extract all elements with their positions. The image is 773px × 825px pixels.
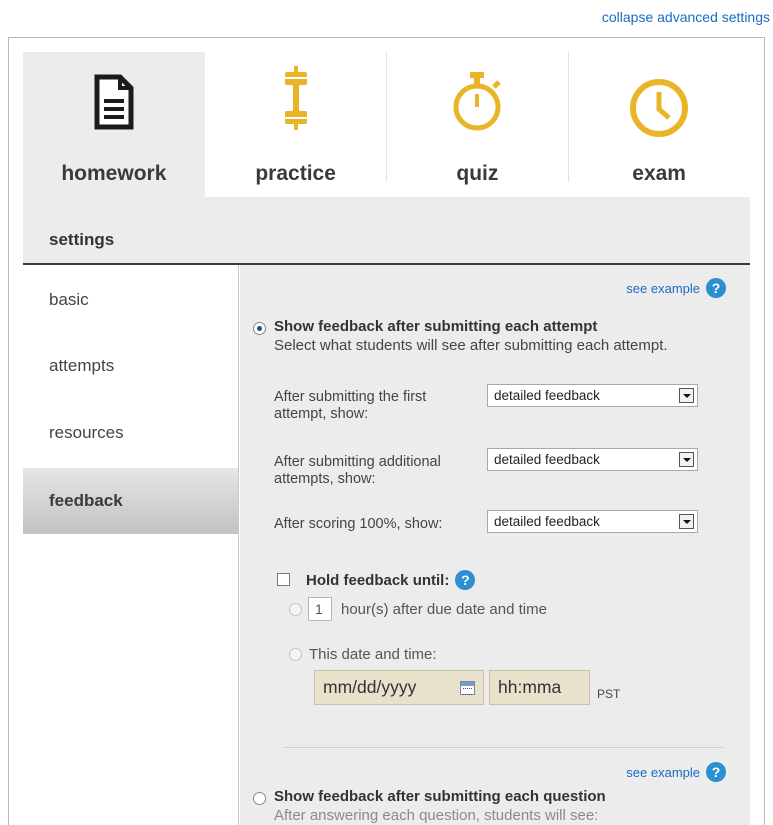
calendar-icon[interactable] bbox=[460, 681, 475, 695]
first-attempt-label: After submitting the first attempt, show… bbox=[274, 389, 427, 422]
stopwatch-icon bbox=[447, 70, 507, 135]
tab-quiz[interactable]: quiz bbox=[387, 52, 569, 197]
chevron-down-icon bbox=[679, 452, 694, 467]
tab-label: practice bbox=[255, 162, 336, 185]
help-icon[interactable]: ? bbox=[706, 762, 726, 782]
select-value: detailed feedback bbox=[494, 452, 600, 467]
settings-header: settings bbox=[23, 197, 750, 265]
clock-icon bbox=[629, 78, 689, 141]
chevron-down-icon bbox=[679, 514, 694, 529]
scoring-100-label: After scoring 100%, show: bbox=[274, 516, 443, 532]
option-heading: Show feedback after submitting each atte… bbox=[274, 318, 598, 335]
tab-label: quiz bbox=[456, 162, 499, 185]
sidebar-item-label: feedback bbox=[49, 491, 123, 510]
sidebar-item-resources[interactable]: resources bbox=[23, 398, 238, 464]
sidebar-item-label: basic bbox=[49, 290, 89, 309]
settings-title: settings bbox=[49, 230, 115, 249]
document-icon bbox=[94, 74, 134, 133]
sidebar-item-label: resources bbox=[49, 423, 124, 442]
tab-homework[interactable]: homework bbox=[23, 52, 205, 197]
tab-label: homework bbox=[61, 162, 167, 185]
feedback-settings-content: see example ? Show feedback after submit… bbox=[240, 265, 750, 825]
see-example-label: see example bbox=[626, 764, 700, 780]
help-icon[interactable]: ? bbox=[455, 570, 476, 590]
show-feedback-each-question-radio[interactable] bbox=[253, 792, 266, 805]
scoring-100-feedback-select[interactable]: detailed feedback bbox=[487, 510, 698, 533]
sidebar-item-basic[interactable]: basic bbox=[23, 265, 238, 331]
hours-after-due-label: hour(s) after due date and time bbox=[341, 601, 547, 618]
select-value: detailed feedback bbox=[494, 514, 600, 529]
dumbbell-icon bbox=[281, 66, 311, 133]
date-input[interactable]: mm/dd/yyyy bbox=[314, 670, 484, 705]
sidebar-item-label: attempts bbox=[49, 356, 115, 375]
time-placeholder: hh:mma bbox=[498, 677, 562, 697]
sidebar-item-attempts[interactable]: attempts bbox=[23, 331, 238, 397]
settings-panel: homework practice quiz exam settings bas… bbox=[8, 37, 765, 825]
specific-date-label: This date and time: bbox=[309, 646, 437, 663]
option-description: After answering each question, students … bbox=[274, 807, 599, 824]
timezone-label: PST bbox=[597, 687, 621, 701]
see-example-label: see example bbox=[626, 280, 700, 296]
sidebar-item-feedback[interactable]: feedback bbox=[23, 468, 238, 534]
option-description: Select what students will see after subm… bbox=[274, 337, 668, 354]
date-placeholder: mm/dd/yyyy bbox=[323, 677, 417, 697]
tab-separator bbox=[386, 52, 387, 182]
option-heading: Show feedback after submitting each ques… bbox=[274, 788, 606, 805]
show-feedback-each-attempt-radio[interactable] bbox=[253, 322, 266, 335]
hold-feedback-checkbox[interactable] bbox=[277, 573, 290, 586]
tab-exam[interactable]: exam bbox=[568, 52, 750, 197]
settings-sidenav: basic attempts resources feedback bbox=[23, 265, 239, 825]
chevron-down-icon bbox=[679, 388, 694, 403]
hours-input[interactable]: 1 bbox=[308, 597, 332, 621]
see-example-link[interactable]: see example ? bbox=[626, 762, 726, 782]
additional-attempts-feedback-select[interactable]: detailed feedback bbox=[487, 448, 698, 471]
time-input[interactable]: hh:mma bbox=[489, 670, 590, 705]
tab-practice[interactable]: practice bbox=[205, 52, 387, 197]
assignment-type-tabs: homework practice quiz exam bbox=[23, 52, 750, 197]
select-value: detailed feedback bbox=[494, 388, 600, 403]
collapse-advanced-settings-link[interactable]: collapse advanced settings bbox=[602, 9, 770, 25]
tab-separator bbox=[568, 52, 569, 182]
hold-feedback-label: Hold feedback until: ? bbox=[306, 570, 476, 590]
see-example-link[interactable]: see example ? bbox=[626, 278, 726, 298]
section-divider bbox=[283, 747, 723, 748]
tab-label: exam bbox=[632, 162, 686, 185]
first-attempt-feedback-select[interactable]: detailed feedback bbox=[487, 384, 698, 407]
specific-date-radio[interactable] bbox=[289, 648, 302, 661]
hours-after-due-radio[interactable] bbox=[289, 603, 302, 616]
hold-feedback-text: Hold feedback until: bbox=[306, 571, 450, 589]
additional-attempts-label: After submitting additional attempts, sh… bbox=[274, 454, 441, 487]
help-icon[interactable]: ? bbox=[706, 278, 726, 298]
